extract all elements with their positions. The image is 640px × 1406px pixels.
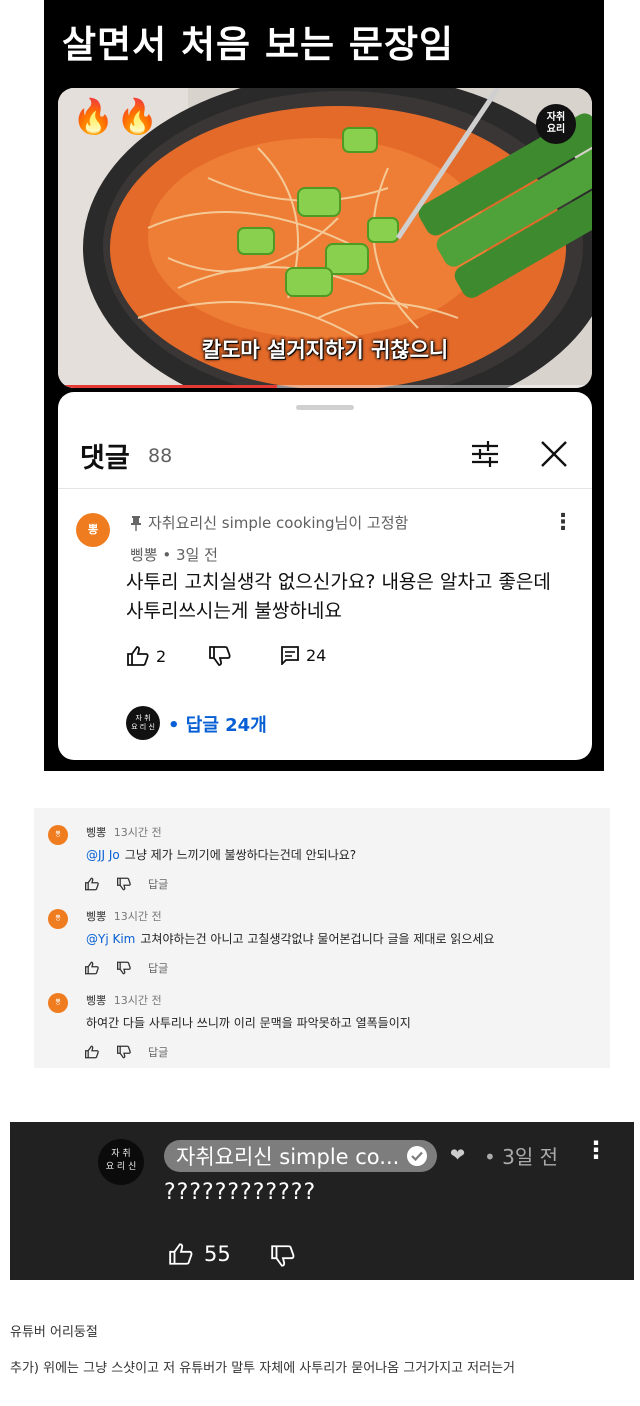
video-player[interactable]: 🔥 🔥 자취 요리 칼도마 설거지하기 귀찮으니 xyxy=(58,88,592,388)
reply-author[interactable]: 삥뽕 xyxy=(86,826,106,839)
comment-meta: 삥뽕 • 3일 전 xyxy=(130,546,218,564)
reply-item: 뽕 삥뽕 13시간 전 @JJ Jo 그냥 제가 느끼기에 불쌍하다는건데 안되나… xyxy=(34,808,610,892)
reply-item: 뽕 삥뽕 13시간 전 하여간 다들 사투리나 쓰니까 이리 문맥을 파악못하고… xyxy=(34,976,610,1060)
like-button[interactable]: 2 xyxy=(126,645,166,667)
post-note: 유튜버 어리둥절 xyxy=(10,1325,98,1340)
replies-button[interactable]: 24 xyxy=(280,645,326,665)
reply-text: @JJ Jo 그냥 제가 느끼기에 불쌍하다는건데 안되나요? xyxy=(86,846,356,863)
desktop-replies-panel: 뽕 삥뽕 13시간 전 @JJ Jo 그냥 제가 느끼기에 불쌍하다는건데 안되나… xyxy=(34,808,610,1068)
mention-link[interactable]: @Yj Kim xyxy=(86,932,135,946)
creator-heart-icon: ❤ xyxy=(450,1145,466,1166)
thumbs-up-icon[interactable] xyxy=(84,877,100,891)
thumbs-down-icon[interactable] xyxy=(116,1045,132,1059)
avatar[interactable]: 뽕 xyxy=(48,909,68,929)
reply-header: 삥뽕 13시간 전 xyxy=(86,992,162,1008)
divider xyxy=(58,488,592,489)
reply-actions: 답글 xyxy=(84,876,168,892)
reply-author[interactable]: 삥뽕 xyxy=(86,910,106,923)
like-count: 2 xyxy=(156,646,167,666)
channel-name: 자취요리신 simple co... xyxy=(176,1145,400,1169)
filter-icon[interactable] xyxy=(470,439,500,469)
reply-button[interactable]: 답글 xyxy=(148,1044,168,1060)
channel-logo-text: 자취 요리 xyxy=(546,112,566,135)
mention-link[interactable]: @JJ Jo xyxy=(86,848,120,862)
reply-body: 고쳐야하는건 아니고 고칠생각없냐 물어본겁니다 글을 제대로 읽으세요 xyxy=(140,932,495,946)
fire-icon: 🔥 xyxy=(116,97,159,137)
creator-avatar[interactable]: 자 취 요 리 신 xyxy=(98,1139,144,1185)
like-count: 55 xyxy=(204,1242,231,1266)
creator-avatar-text: 자 취 요 리 신 xyxy=(131,714,155,731)
reply-count: 24 xyxy=(306,645,327,665)
thumbs-down-icon[interactable] xyxy=(270,1244,296,1268)
creator-avatar: 자 취 요 리 신 xyxy=(126,706,160,740)
thumbs-down-icon[interactable] xyxy=(116,961,132,975)
dislike-button[interactable] xyxy=(208,645,232,667)
reply-item: 뽕 삥뽕 13시간 전 @Yj Kim 고쳐야하는건 아니고 고칠생각없냐 물어본… xyxy=(34,892,610,976)
comments-sheet: 댓글 88 뽕 자취요리신 simple cooking님이 고정함 삥뽕 • … xyxy=(58,392,592,760)
fire-icon: 🔥 xyxy=(72,97,115,137)
reply-actions: 답글 xyxy=(84,1044,168,1060)
thumbs-up-icon xyxy=(169,1243,193,1265)
comments-count: 88 xyxy=(148,445,173,467)
pin-icon xyxy=(131,515,141,531)
like-button[interactable]: 55 xyxy=(168,1242,231,1266)
thumbs-up-icon xyxy=(127,646,149,666)
pinned-label: 자취요리신 simple cooking님이 고정함 xyxy=(148,514,409,532)
creator-avatar-text: 자 취 요 리 신 xyxy=(105,1149,137,1172)
reply-header: 삥뽕 13시간 전 xyxy=(86,824,162,840)
reply-author[interactable]: 삥뽕 xyxy=(86,994,106,1007)
channel-logo-badge: 자취 요리 xyxy=(536,104,576,144)
avatar[interactable]: 뽕 xyxy=(48,825,68,845)
reply-header: 삥뽕 13시간 전 xyxy=(86,908,162,924)
creator-reply-panel: 자 취 요 리 신 자취요리신 simple co... ❤ • 3일 전 ⋮ … xyxy=(10,1122,634,1280)
video-progress-bar[interactable] xyxy=(58,385,592,388)
creator-name-badge[interactable]: 자취요리신 simple co... xyxy=(164,1140,438,1172)
video-progress-fill xyxy=(58,385,277,388)
view-replies-link[interactable]: • 답글 24개 xyxy=(168,711,267,737)
comment-icon xyxy=(281,646,299,665)
reply-time[interactable]: 13시간 전 xyxy=(114,910,162,923)
reply-actions: 답글 xyxy=(84,960,168,976)
video-subtitle: 칼도마 설거지하기 귀찮으니 xyxy=(201,338,449,362)
more-options-icon[interactable]: ⋮ xyxy=(584,1138,608,1162)
avatar[interactable]: 뽕 xyxy=(48,993,68,1013)
comments-title: 댓글 xyxy=(80,443,130,474)
thumbs-up-icon[interactable] xyxy=(84,1045,100,1059)
thumbs-down-icon[interactable] xyxy=(116,877,132,891)
reply-button[interactable]: 답글 xyxy=(148,876,168,892)
reply-button[interactable]: 답글 xyxy=(148,960,168,976)
reply-body: 그냥 제가 느끼기에 불쌍하다는건데 안되나요? xyxy=(124,848,357,862)
post-note: 추가) 위에는 그냥 스샷이고 저 유튜버가 말투 자체에 사투리가 묻어나옴 … xyxy=(10,1361,516,1376)
more-options-icon[interactable]: ⋮ xyxy=(552,512,574,534)
comment-time[interactable]: • 3일 전 xyxy=(484,1141,558,1170)
reply-time[interactable]: 13시간 전 xyxy=(114,994,162,1007)
pinned-label-row: 자취요리신 simple cooking님이 고정함 xyxy=(130,512,408,533)
reply-time[interactable]: 13시간 전 xyxy=(114,826,162,839)
thumbs-down-icon xyxy=(209,646,231,666)
drag-handle[interactable] xyxy=(296,405,354,410)
verified-check-icon xyxy=(407,1146,428,1166)
mobile-screenshot-panel: 살면서 처음 보는 문장임 🔥 🔥 자취 요리 칼도마 설거지하기 귀찮으니 댓… xyxy=(44,0,604,771)
close-icon[interactable] xyxy=(540,440,568,468)
reply-body: 하여간 다들 사투리나 쓰니까 이리 문맥을 파악못하고 열폭들이지 xyxy=(86,1016,411,1030)
avatar[interactable]: 뽕 xyxy=(76,513,110,547)
reply-text: 하여간 다들 사투리나 쓰니까 이리 문맥을 파악못하고 열폭들이지 xyxy=(86,1014,411,1031)
thumbs-up-icon[interactable] xyxy=(84,961,100,975)
reply-text: @Yj Kim 고쳐야하는건 아니고 고칠생각없냐 물어본겁니다 글을 제대로 읽… xyxy=(86,930,494,947)
comment-text: ???????????? xyxy=(164,1180,317,1205)
caption-title: 살면서 처음 보는 문장임 xyxy=(62,23,455,66)
comment-text: 사투리 고치실생각 없으신가요? 내용은 알차고 좋은데 사투리쓰시는게 불쌍하… xyxy=(126,571,551,622)
